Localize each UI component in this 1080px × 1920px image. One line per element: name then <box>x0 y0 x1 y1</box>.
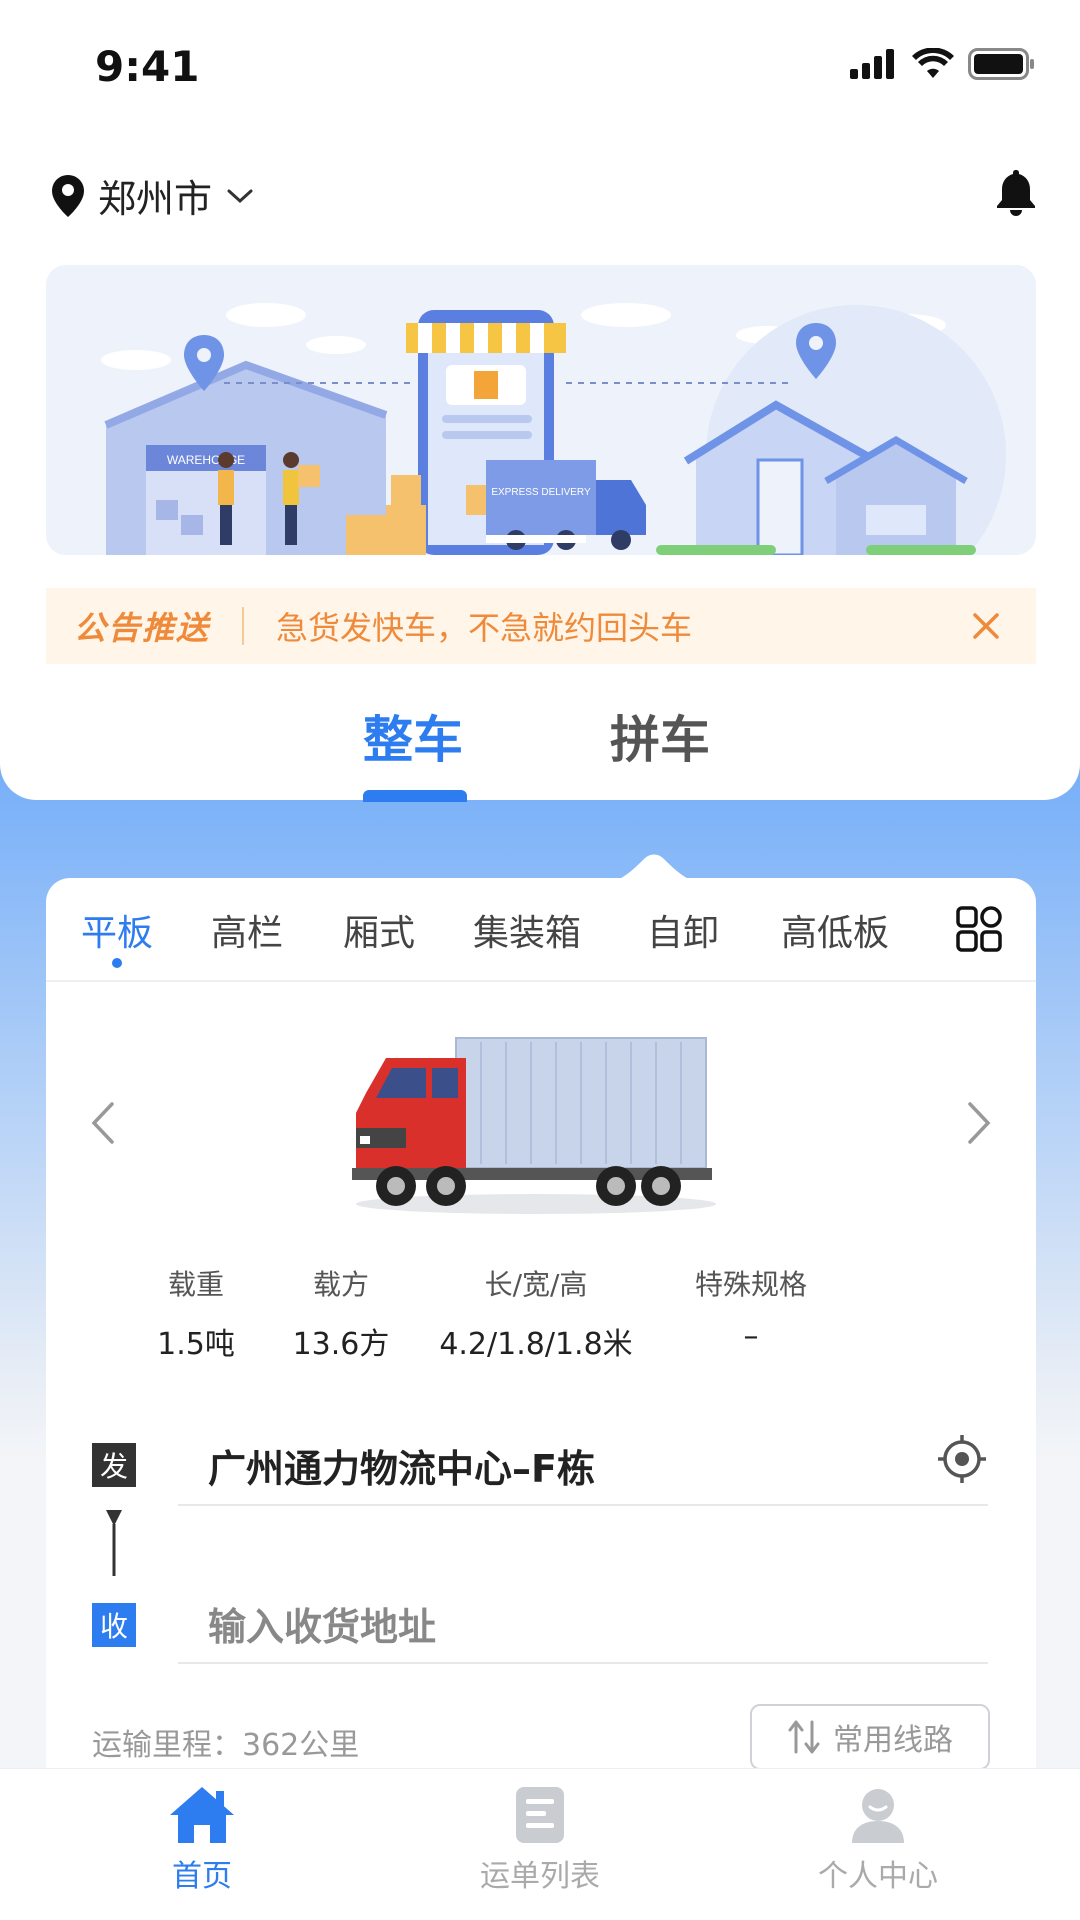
spec-label: 长/宽/高 <box>484 1268 588 1301</box>
bottom-nav: 首页 运单列表 个人中心 <box>0 1768 1080 1920</box>
spec-label: 特殊规格 <box>694 1268 807 1301</box>
nav-orders[interactable]: 运单列表 <box>440 1783 640 1895</box>
spec-label: 载方 <box>312 1268 369 1301</box>
nav-profile-label: 个人中心 <box>818 1859 938 1894</box>
spec-dimensions: 长/宽/高 4.2/1.8/1.8米 <box>436 1263 636 1363</box>
location-pin-icon <box>52 174 84 217</box>
notice-brand: 公告推送 <box>74 609 211 647</box>
mode-tabs: 整车 拼车 <box>0 700 1080 800</box>
chevron-right-icon <box>968 1102 991 1144</box>
prev-truck-button[interactable] <box>78 1088 128 1158</box>
spec-value: 4.2/1.8/1.8米 <box>439 1327 633 1362</box>
nav-orders-label: 运单列表 <box>480 1859 600 1894</box>
notice-divider <box>242 607 245 645</box>
truck-selection-card: 平板 高栏 厢式 集装箱 自卸 高低板 载重 1.5吨 载方 13.6方 长/宽… <box>46 878 1036 1920</box>
logistics-illustration: WAREHOUSE EXPRESS DELIVERY <box>46 265 1036 555</box>
common-routes-button[interactable]: 常用线路 <box>750 1704 990 1770</box>
notice-close-button[interactable] <box>956 596 1016 656</box>
tab-whole-truck[interactable]: 整车 <box>363 700 463 772</box>
spec-value: – <box>743 1319 759 1354</box>
mode-tab-indicator <box>363 790 467 802</box>
notice-message[interactable]: 急货发快车，不急就约回头车 <box>276 603 956 649</box>
truck-type-tabs: 平板 高栏 厢式 集装箱 自卸 高低板 <box>46 878 1036 982</box>
to-address-input[interactable]: 输入收货地址 <box>178 1584 988 1664</box>
status-bar: 9:41 <box>0 0 1080 130</box>
spec-label: 载重 <box>167 1268 224 1301</box>
next-truck-button[interactable] <box>954 1088 1004 1158</box>
from-tag: 发 <box>92 1443 136 1487</box>
spec-load-weight: 载重 1.5吨 <box>136 1263 256 1363</box>
truck-type-dump[interactable]: 自卸 <box>647 904 719 956</box>
nav-home-label: 首页 <box>172 1859 232 1894</box>
chevron-down-icon <box>227 189 253 203</box>
status-time: 9:41 <box>95 42 200 91</box>
spec-load-volume: 载方 13.6方 <box>276 1263 406 1363</box>
truck-type-lowboy[interactable]: 高低板 <box>781 904 889 956</box>
chevron-left-icon <box>91 1102 114 1144</box>
status-icons <box>850 48 1036 80</box>
swap-route-icon <box>788 1720 820 1754</box>
wifi-icon <box>912 48 954 78</box>
tab-shared-truck[interactable]: 拼车 <box>610 700 710 772</box>
city-selector[interactable]: 郑州市 <box>52 168 254 223</box>
banner-truck-text: EXPRESS DELIVERY <box>491 487 591 498</box>
spec-value: 1.5吨 <box>157 1327 235 1362</box>
truck-type-container[interactable]: 集装箱 <box>473 904 581 956</box>
close-icon <box>973 613 999 639</box>
user-icon <box>852 1789 904 1843</box>
document-list-icon <box>516 1787 564 1843</box>
nav-home[interactable]: 首页 <box>102 1783 302 1895</box>
promo-banner[interactable]: WAREHOUSE EXPRESS DELIVERY <box>46 265 1036 555</box>
from-address-field[interactable]: 广州通力物流中心–F栋 <box>178 1426 988 1506</box>
to-tag: 收 <box>92 1603 136 1647</box>
top-panel: 9:41 郑州市 WAREHOUSE EXPRESS DELIVERY 公告推送… <box>0 0 1080 802</box>
city-name: 郑州市 <box>98 177 213 221</box>
active-type-dot <box>112 958 122 968</box>
nav-profile[interactable]: 个人中心 <box>778 1783 978 1895</box>
spec-value: 13.6方 <box>292 1327 390 1362</box>
bell-icon[interactable] <box>996 168 1036 216</box>
truck-type-box[interactable]: 厢式 <box>343 904 415 956</box>
notice-bar: 公告推送 急货发快车，不急就约回头车 <box>46 588 1036 664</box>
cellular-signal-icon <box>850 49 894 79</box>
grid-menu-icon[interactable] <box>956 906 1002 952</box>
common-routes-label: 常用线路 <box>833 1723 953 1758</box>
locate-icon[interactable] <box>936 1433 988 1485</box>
route-connector-icon <box>106 1510 122 1576</box>
mileage-text: 运输里程：362公里 <box>92 1728 360 1763</box>
truck-specs: 载重 1.5吨 载方 13.6方 长/宽/高 4.2/1.8/1.8米 特殊规格… <box>46 1263 1036 1373</box>
spec-special: 特殊规格 – <box>666 1263 836 1354</box>
truck-image <box>352 1037 716 1214</box>
home-icon <box>170 1787 234 1843</box>
truck-type-flatbed[interactable]: 平板 <box>81 904 153 956</box>
battery-icon <box>968 48 1034 80</box>
truck-type-high-rail[interactable]: 高栏 <box>211 904 283 956</box>
